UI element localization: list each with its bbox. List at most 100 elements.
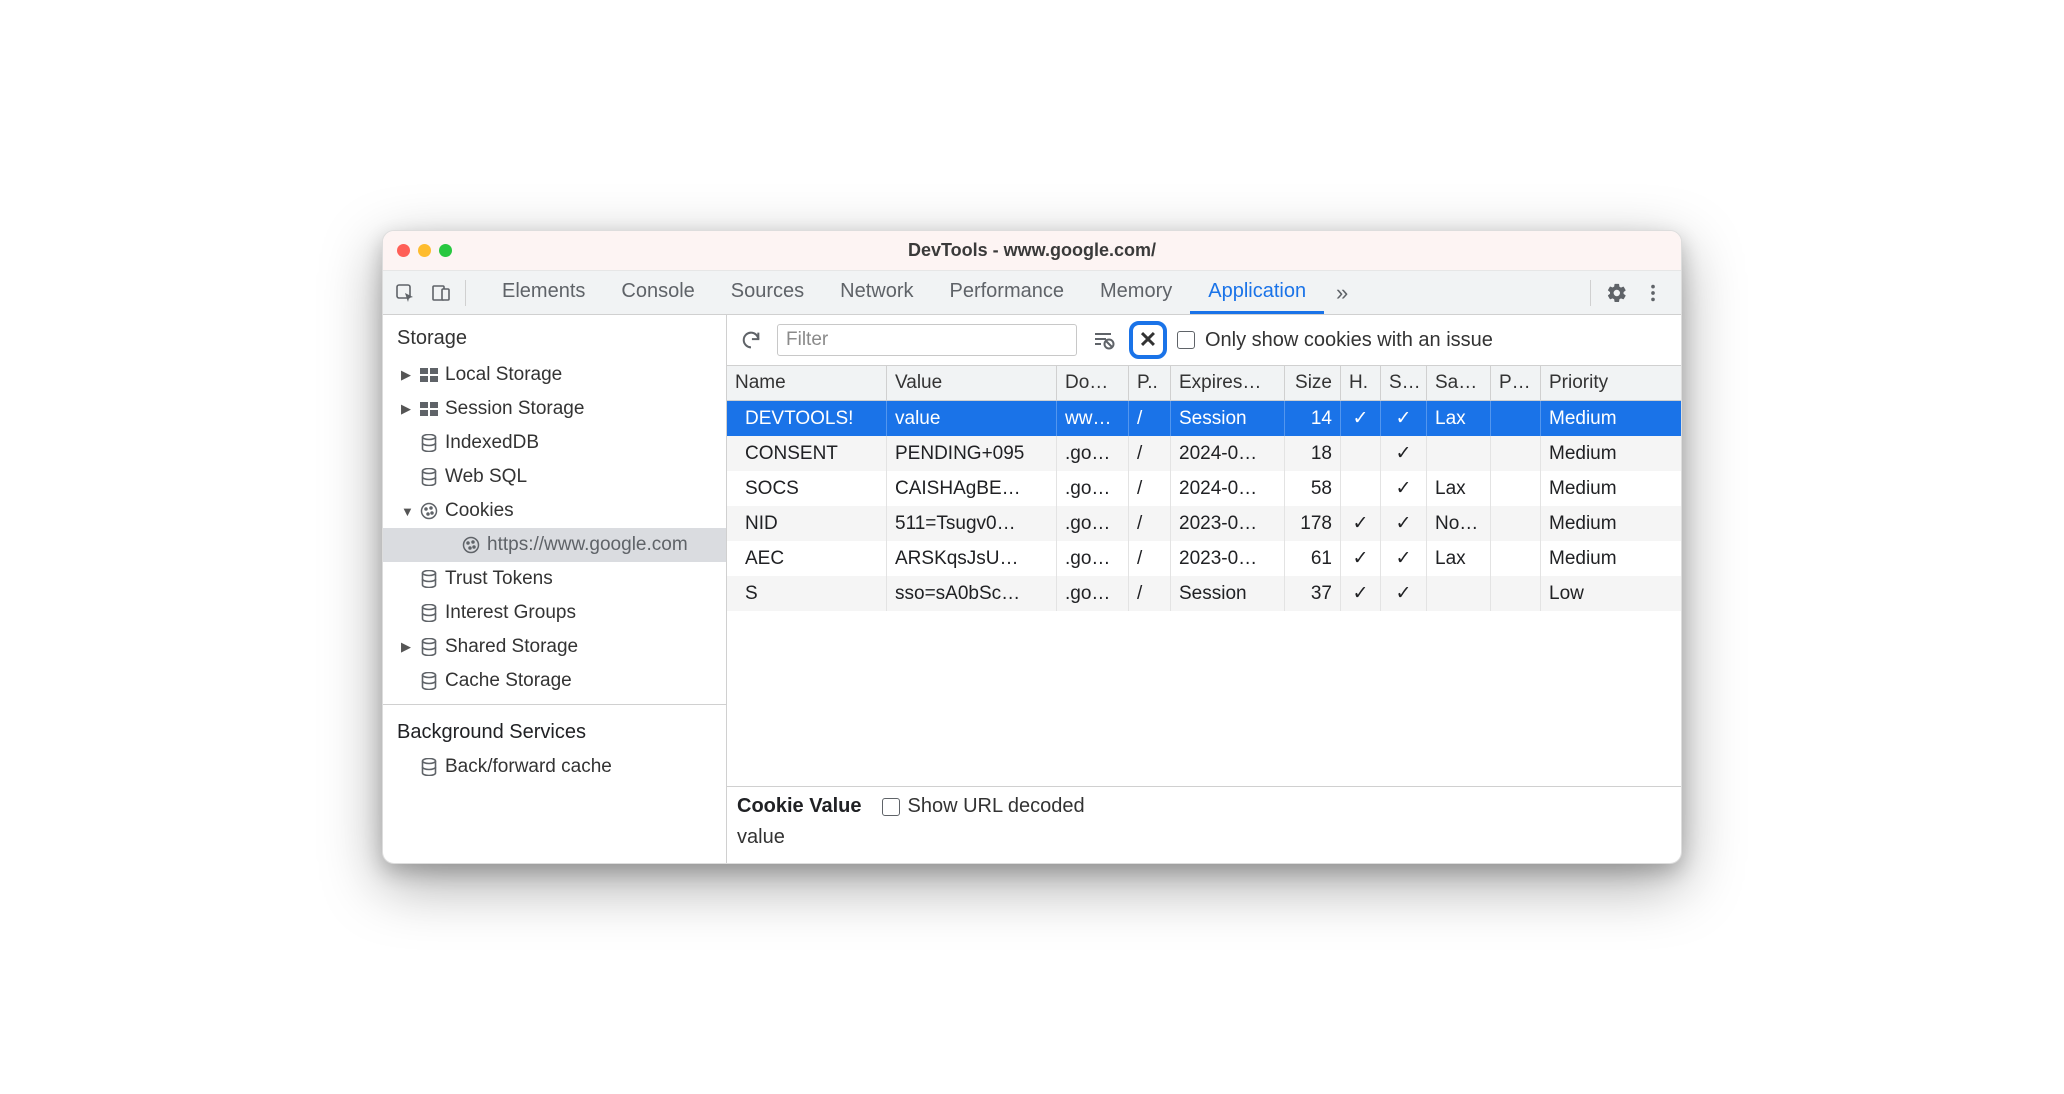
cell-partition (1491, 576, 1541, 611)
cell-value: sso=sA0bSc… (887, 576, 1057, 611)
cell-partition (1491, 471, 1541, 506)
tab-sources[interactable]: Sources (713, 271, 822, 314)
tab-console[interactable]: Console (603, 271, 712, 314)
cookies-table: NameValueDo…P..Expires…SizeH.S…Sa…P…Prio… (727, 366, 1681, 787)
column-header[interactable]: Name (727, 366, 887, 400)
tab-elements[interactable]: Elements (484, 271, 603, 314)
cell-size: 178 (1285, 506, 1341, 541)
settings-gear-icon[interactable] (1599, 275, 1635, 311)
cell-domain: ww… (1057, 401, 1129, 436)
db-icon (419, 672, 439, 690)
cell-name: SOCS (727, 471, 887, 506)
column-header[interactable]: P.. (1129, 366, 1171, 400)
cell-path: / (1129, 541, 1171, 576)
close-window-button[interactable] (397, 244, 410, 257)
cell-samesite: Lax (1427, 541, 1491, 576)
sidebar-item-label: Interest Groups (445, 602, 576, 624)
cell-samesite (1427, 576, 1491, 611)
cell-http: ✓ (1341, 401, 1381, 436)
grid-icon (419, 368, 439, 382)
sidebar-item-indexeddb[interactable]: IndexedDB (383, 426, 726, 460)
clear-filter-icon[interactable] (1087, 324, 1119, 356)
cell-domain: .go… (1057, 576, 1129, 611)
sidebar-section-background: Background Services (383, 711, 726, 750)
cell-samesite: Lax (1427, 401, 1491, 436)
refresh-icon[interactable] (735, 324, 767, 356)
db-icon (419, 638, 439, 656)
kebab-menu-icon[interactable] (1635, 275, 1671, 311)
only-issue-checkbox[interactable] (1177, 331, 1195, 349)
sidebar-item-local-storage[interactable]: ▶Local Storage (383, 358, 726, 392)
sidebar-item-shared-storage[interactable]: ▶ Shared Storage (383, 630, 726, 664)
cell-value: PENDING+095 (887, 436, 1057, 471)
sidebar-item-cookies[interactable]: ▼Cookies (383, 494, 726, 528)
column-header[interactable]: Sa… (1427, 366, 1491, 400)
cell-priority: Medium (1541, 436, 1681, 471)
cell-size: 61 (1285, 541, 1341, 576)
filter-input[interactable] (777, 324, 1077, 356)
cell-expires: Session (1171, 401, 1285, 436)
cell-http (1341, 436, 1381, 471)
tab-memory[interactable]: Memory (1082, 271, 1190, 314)
column-header[interactable]: H. (1341, 366, 1381, 400)
cell-domain: .go… (1057, 541, 1129, 576)
caret-right-icon[interactable]: ▶ (401, 639, 413, 655)
sidebar-item-label: Session Storage (445, 398, 584, 420)
sidebar-item-label: Back/forward cache (445, 756, 612, 778)
cell-partition (1491, 541, 1541, 576)
sidebar-item-web-sql[interactable]: Web SQL (383, 460, 726, 494)
column-header[interactable]: Expires… (1171, 366, 1285, 400)
cell-value: value (887, 401, 1057, 436)
cell-value: 511=Tsugv0… (887, 506, 1057, 541)
cookies-panel: ✕ Only show cookies with an issue NameVa… (727, 315, 1681, 863)
table-row[interactable]: NID511=Tsugv0….go…/2023-0…178✓✓No…Medium (727, 506, 1681, 541)
cell-samesite (1427, 436, 1491, 471)
table-row[interactable]: DEVTOOLS!valueww…/Session14✓✓LaxMedium (727, 401, 1681, 436)
separator (1590, 280, 1591, 306)
tab-performance[interactable]: Performance (932, 271, 1083, 314)
sidebar-section-storage: Storage (383, 315, 726, 358)
caret-down-icon[interactable]: ▼ (401, 504, 413, 519)
sidebar-item-back-forward-cache[interactable]: Back/forward cache (383, 750, 726, 784)
device-toolbar-icon[interactable] (423, 275, 459, 311)
table-row[interactable]: CONSENTPENDING+095.go…/2024-0…18✓Medium (727, 436, 1681, 471)
sidebar-item-https-www-google-com[interactable]: https://www.google.com (383, 528, 726, 562)
show-decoded-checkbox[interactable] (882, 798, 900, 816)
cell-http: ✓ (1341, 576, 1381, 611)
sidebar-item-interest-groups[interactable]: Interest Groups (383, 596, 726, 630)
column-header[interactable]: Priority (1541, 366, 1681, 400)
tab-application[interactable]: Application (1190, 271, 1324, 314)
column-header[interactable]: Value (887, 366, 1057, 400)
cell-secure: ✓ (1381, 541, 1427, 576)
table-row[interactable]: Ssso=sA0bSc….go…/Session37✓✓Low (727, 576, 1681, 611)
inspect-element-icon[interactable] (387, 275, 423, 311)
clear-all-cookies-button[interactable]: ✕ (1129, 321, 1167, 359)
column-header[interactable]: P… (1491, 366, 1541, 400)
main-tabstrip: ElementsConsoleSourcesNetworkPerformance… (383, 271, 1681, 315)
separator (465, 280, 466, 306)
cell-domain: .go… (1057, 471, 1129, 506)
cell-path: / (1129, 506, 1171, 541)
maximize-window-button[interactable] (439, 244, 452, 257)
only-issue-label: Only show cookies with an issue (1205, 329, 1493, 352)
cell-secure: ✓ (1381, 436, 1427, 471)
sidebar-item-cache-storage[interactable]: Cache Storage (383, 664, 726, 698)
column-header[interactable]: Size (1285, 366, 1341, 400)
column-header[interactable]: S… (1381, 366, 1427, 400)
table-row[interactable]: AECARSKqsJsU….go…/2023-0…61✓✓LaxMedium (727, 541, 1681, 576)
cell-size: 37 (1285, 576, 1341, 611)
cell-priority: Medium (1541, 541, 1681, 576)
sidebar-item-trust-tokens[interactable]: Trust Tokens (383, 562, 726, 596)
cell-partition (1491, 401, 1541, 436)
cell-priority: Medium (1541, 401, 1681, 436)
caret-right-icon[interactable]: ▶ (401, 367, 413, 383)
cookie-icon (419, 502, 439, 520)
minimize-window-button[interactable] (418, 244, 431, 257)
column-header[interactable]: Do… (1057, 366, 1129, 400)
table-row[interactable]: SOCSCAISHAgBE….go…/2024-0…58✓LaxMedium (727, 471, 1681, 506)
more-tabs-icon[interactable]: » (1324, 275, 1360, 311)
tab-network[interactable]: Network (822, 271, 931, 314)
sidebar-item-session-storage[interactable]: ▶ Session Storage (383, 392, 726, 426)
sidebar-item-label: Shared Storage (445, 636, 578, 658)
caret-right-icon[interactable]: ▶ (401, 401, 413, 417)
